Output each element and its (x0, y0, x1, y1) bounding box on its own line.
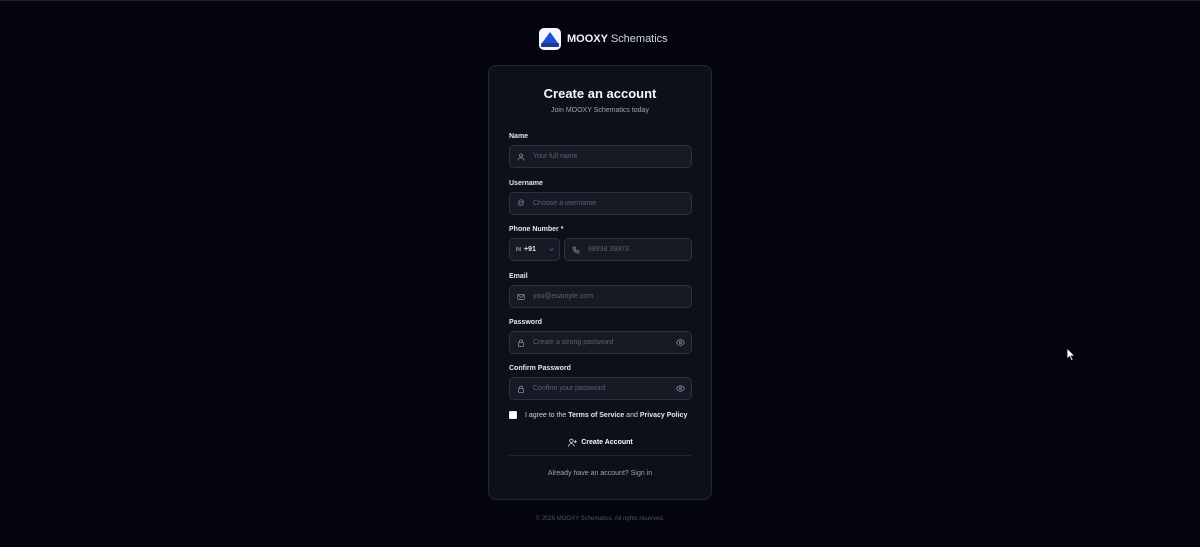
email-placeholder: you@example.com (533, 293, 594, 300)
lock-icon (517, 385, 525, 393)
brand-name: MOOXY Schematics (567, 33, 668, 45)
email-input[interactable]: you@example.com (509, 285, 692, 308)
signin-link[interactable]: Sign in (631, 470, 652, 477)
confirm-password-label: Confirm Password (509, 365, 571, 372)
signup-card: Create an account Join MOOXY Schematics … (488, 65, 712, 500)
lock-icon (517, 339, 525, 347)
terms-and: and (626, 411, 638, 419)
mail-icon (517, 293, 525, 301)
name-input[interactable]: Your full name (509, 145, 692, 168)
user-icon (517, 153, 525, 161)
mouse-cursor-icon (1066, 347, 1076, 362)
confirm-password-placeholder: Confirm your password (533, 385, 605, 392)
footer-copyright: © 2026 MOOXY Schematics. All rights rese… (535, 516, 665, 522)
page-subtitle: Join MOOXY Schematics today (551, 107, 649, 114)
phone-label: Phone Number * (509, 226, 564, 233)
country-flag: IN (516, 246, 521, 253)
password-input[interactable]: Create a strong password (509, 331, 692, 354)
create-account-button[interactable]: Create Account (509, 434, 692, 450)
username-input[interactable]: @ Choose a username (509, 192, 692, 215)
create-account-label: Create Account (581, 438, 633, 446)
password-placeholder: Create a strong password (533, 339, 614, 346)
chevron-down-icon (548, 246, 555, 253)
country-code-select[interactable]: IN +91 (509, 238, 560, 261)
eye-icon[interactable] (676, 338, 685, 347)
password-label: Password (509, 319, 543, 326)
privacy-policy-link[interactable]: Privacy Policy (640, 412, 687, 419)
divider (509, 455, 692, 456)
at-icon: @ (517, 200, 525, 207)
email-label: Email (509, 273, 528, 280)
phone-input[interactable]: 98938 39973 (564, 238, 692, 261)
page-title: Create an account (543, 86, 657, 101)
eye-icon[interactable] (676, 384, 685, 393)
brand-name-bold: MOOXY (567, 33, 608, 45)
confirm-password-input[interactable]: Confirm your password (509, 377, 692, 400)
user-plus-icon (568, 438, 577, 447)
brand[interactable]: MOOXY Schematics (539, 28, 668, 50)
username-placeholder: Choose a username (533, 200, 597, 207)
signin-prompt: Already have an account? (547, 470, 629, 477)
brand-name-rest: Schematics (610, 33, 668, 45)
terms-prefix: I agree to the (525, 411, 567, 419)
country-code: +91 (524, 246, 536, 253)
name-placeholder: Your full name (533, 153, 578, 160)
terms-checkbox[interactable] (509, 411, 517, 419)
terms-row: I agree to the Terms of Service and Priv… (509, 411, 687, 419)
terms-of-service-link[interactable]: Terms of Service (568, 412, 624, 419)
username-label: Username (509, 180, 543, 187)
logo-icon (539, 28, 561, 50)
name-label: Name (509, 133, 529, 140)
signin-row: Already have an account? Sign in (489, 470, 711, 477)
phone-icon (572, 246, 580, 254)
phone-placeholder: 98938 39973 (588, 246, 629, 253)
